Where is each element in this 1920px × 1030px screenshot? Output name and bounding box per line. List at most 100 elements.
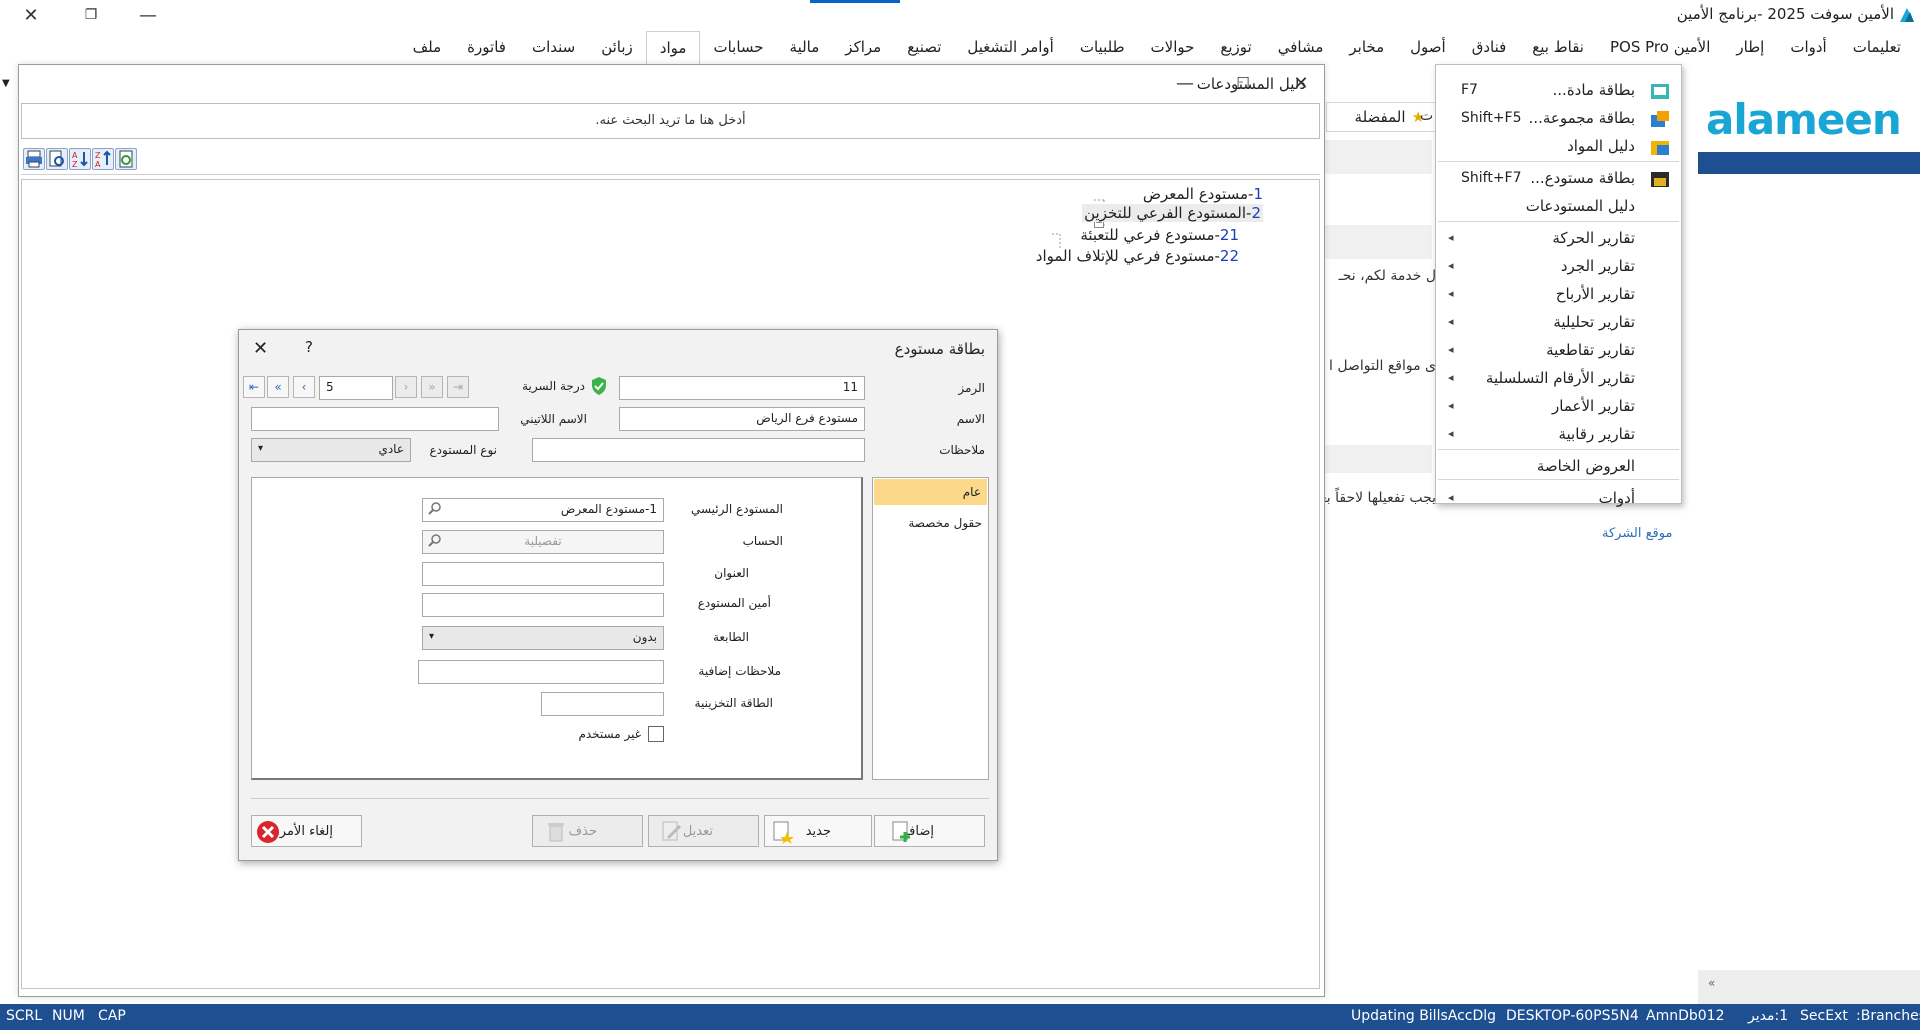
printer-select[interactable]: بدون ▾ xyxy=(422,626,664,650)
close-window-button[interactable]: ✕ xyxy=(1278,65,1324,101)
main-store-input[interactable]: 1-مستودع المعرض xyxy=(422,498,664,522)
dropdown-item[interactable]: بطاقة مجموعة... Shift+F5 xyxy=(1436,105,1681,133)
dropdown-item[interactable]: تقارير رقابية ◂ xyxy=(1436,421,1681,449)
nav-prev-button[interactable]: ‹ xyxy=(293,376,315,398)
nav-last-button[interactable]: ⇥ xyxy=(447,376,469,398)
edit-button[interactable]: تعديل xyxy=(648,815,759,847)
tab-general[interactable]: عام xyxy=(874,479,987,505)
dropdown-item[interactable]: بطاقة مستودع... Shift+F7 xyxy=(1436,165,1681,193)
minimize-app-button[interactable]: — xyxy=(125,0,171,30)
printer-value: بدون xyxy=(632,630,657,644)
maximize-icon: ☐ xyxy=(1236,74,1250,92)
print-icon[interactable] xyxy=(23,148,45,170)
new-button-label: جديد xyxy=(805,823,831,839)
dropdown-item[interactable]: تقارير الأرباح ◂ xyxy=(1436,281,1681,309)
notes-input[interactable] xyxy=(532,438,865,462)
preview-icon[interactable] xyxy=(46,148,68,170)
dropdown-item-label: تقارير تحليلية xyxy=(1553,313,1635,331)
nav-next-button[interactable]: › xyxy=(395,376,417,398)
menu-item[interactable]: مراكز xyxy=(832,30,894,64)
dropdown-item[interactable]: دليل المستودعات xyxy=(1436,193,1681,221)
status-num: NUM xyxy=(52,1008,85,1024)
search-icon[interactable] xyxy=(427,533,443,549)
menu-item[interactable]: أوامر التشغيل xyxy=(954,30,1066,64)
menu-item[interactable]: إطار xyxy=(1723,30,1777,64)
latin-name-input[interactable] xyxy=(251,407,499,431)
menu-item[interactable]: الأمين POS Pro xyxy=(1597,30,1723,64)
close-app-button[interactable]: ✕ xyxy=(8,0,54,30)
cancel-button[interactable]: إلغاء الأمر xyxy=(251,815,362,847)
nav-next-page-button[interactable]: » xyxy=(421,376,443,398)
menu-item[interactable]: أدوات xyxy=(1777,30,1839,64)
search-input[interactable]: أدخل هنا ما تريد البحث عنه. xyxy=(21,103,1320,139)
capacity-input[interactable] xyxy=(541,692,664,716)
name-input[interactable]: مستودع فرع الرياض xyxy=(619,407,865,431)
refresh-icon[interactable] xyxy=(115,148,137,170)
tree-node-store-21[interactable]: 21-مستودع فرعي للتعبئة xyxy=(1080,226,1239,244)
sort-descending-icon[interactable]: ZA xyxy=(92,148,114,170)
sort-ascending-icon[interactable]: AZ xyxy=(69,148,91,170)
tree-node-store-1[interactable]: 1-مستودع المعرض xyxy=(1143,185,1263,203)
dropdown-item[interactable]: العروض الخاصة xyxy=(1436,453,1681,481)
dropdown-item[interactable]: تقارير الحركة ◂ xyxy=(1436,225,1681,253)
delete-button[interactable]: حذف xyxy=(532,815,643,847)
menu-item[interactable]: مخابر xyxy=(1336,30,1397,64)
title-accent-line xyxy=(810,0,900,3)
code-input[interactable]: 11 xyxy=(619,376,865,400)
menu-item[interactable]: فنادق xyxy=(1459,30,1520,64)
dropdown-item[interactable]: أدوات ◂ xyxy=(1436,485,1681,513)
menu-item[interactable]: مشافي xyxy=(1265,30,1337,64)
menu-item[interactable]: طلبيات xyxy=(1067,30,1138,64)
menu-item[interactable]: أصول xyxy=(1397,30,1459,64)
minimize-window-button[interactable]: — xyxy=(1162,65,1208,101)
collapse-arrow-icon[interactable]: ▼ xyxy=(2,78,10,89)
dropdown-item[interactable]: تقارير تحليلية ◂ xyxy=(1436,309,1681,337)
address-input[interactable] xyxy=(422,562,664,586)
dropdown-item[interactable]: تقارير الأعمار ◂ xyxy=(1436,393,1681,421)
menu-item[interactable]: حوالات xyxy=(1138,30,1208,64)
menu-item[interactable]: حسابات xyxy=(700,30,776,64)
help-button[interactable]: ? xyxy=(305,338,313,356)
dropdown-item[interactable]: دليل المواد xyxy=(1436,133,1681,161)
nav-prev-page-button[interactable]: « xyxy=(267,376,289,398)
tab-custom-fields[interactable]: حقول مخصصة xyxy=(908,516,982,530)
extra-notes-input[interactable] xyxy=(418,660,664,684)
record-number-input[interactable]: 5 xyxy=(319,376,393,400)
tree-node-store-22[interactable]: 22-مستودع فرعي للإتلاف المواد xyxy=(1036,247,1239,265)
menu-item[interactable]: تصنيع xyxy=(894,30,954,64)
address-label: العنوان xyxy=(714,566,749,580)
tree-node-store-2[interactable]: 2-المستودع الفرعي للتخزين xyxy=(1082,204,1263,222)
dropdown-item[interactable]: تقارير الجرد ◂ xyxy=(1436,253,1681,281)
svg-text:A: A xyxy=(95,160,101,169)
menu-item[interactable]: سندات xyxy=(519,30,588,64)
menu-item[interactable]: نقاط بيع xyxy=(1519,30,1597,64)
nav-first-button[interactable]: ⇤ xyxy=(243,376,265,398)
restore-app-button[interactable]: ❐ xyxy=(68,0,114,30)
menu-items: ملف فاتورة سندات زبائن مواد حسابات مالية مراكز ت… xyxy=(400,30,1920,64)
menu-item[interactable]: تعليمات xyxy=(1840,30,1914,64)
right-panel-footer[interactable]: « xyxy=(1698,970,1920,1004)
company-website-link[interactable]: موقع الشركة xyxy=(1602,526,1672,541)
dropdown-item[interactable]: بطاقة مادة... F7 xyxy=(1436,77,1681,105)
dropdown-item[interactable]: تقارير الأرقام التسلسلية ◂ xyxy=(1436,365,1681,393)
menu-item[interactable]: فاتورة xyxy=(454,30,519,64)
store-keeper-input[interactable] xyxy=(422,593,664,617)
minimize-icon: — xyxy=(139,4,157,26)
dropdown-item[interactable]: تقارير تقاطعية ◂ xyxy=(1436,337,1681,365)
card-tabs: عام حقول مخصصة xyxy=(872,477,989,780)
add-button[interactable]: إضافة xyxy=(874,815,985,847)
dropdown-item-label: تقارير الأرقام التسلسلية xyxy=(1485,369,1635,387)
menu-item[interactable]: زبائن xyxy=(588,30,646,64)
new-button[interactable]: جديد xyxy=(764,815,872,847)
account-input[interactable]: تفصيلية xyxy=(422,530,664,554)
menu-item[interactable]: مواد xyxy=(645,30,701,64)
close-dialog-button[interactable]: ✕ xyxy=(253,338,268,359)
unused-checkbox[interactable] xyxy=(648,726,664,742)
maximize-window-button[interactable]: ☐ xyxy=(1220,65,1266,101)
menu-item[interactable]: توزيع xyxy=(1207,30,1264,64)
menu-item[interactable]: مالية xyxy=(777,30,833,64)
menu-item[interactable]: ملف xyxy=(400,30,455,64)
search-icon[interactable] xyxy=(427,501,443,517)
store-type-select[interactable]: عادي ▾ xyxy=(251,438,411,462)
submenu-arrow-icon: ◂ xyxy=(1448,399,1454,412)
